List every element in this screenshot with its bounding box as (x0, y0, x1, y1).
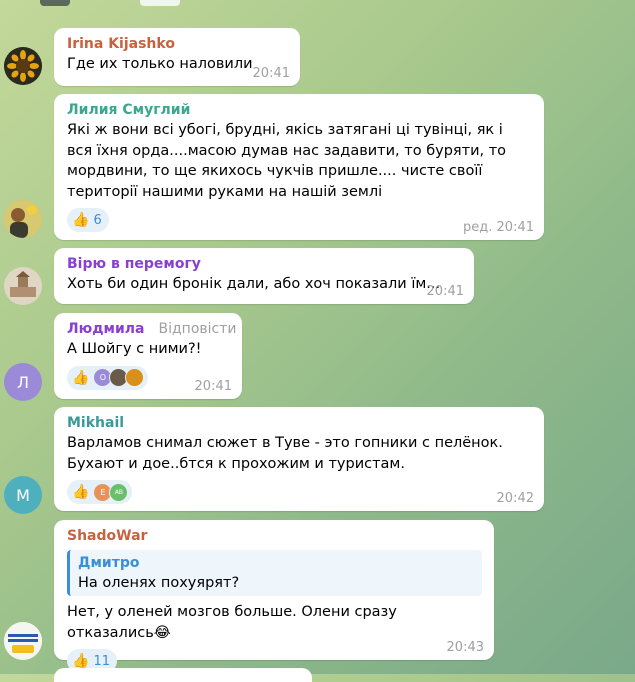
avatar-liliya[interactable] (4, 200, 42, 238)
quote-text: На оленях похуярят? (78, 575, 240, 591)
building-avatar-icon (4, 267, 42, 305)
reaction-chip[interactable]: 👍 6 (67, 208, 109, 232)
reply-link[interactable]: Відповісти (159, 321, 237, 337)
message-bubble[interactable]: Mikhail Варламов снимал сюжет в Туве - э… (54, 407, 544, 511)
sender-name[interactable]: Mikhail (67, 413, 532, 433)
message-time: 20:43 (446, 640, 484, 655)
message-time: 20:42 (496, 491, 534, 506)
message-bubble[interactable]: ShadoWar Дмитро На оленях похуярят? Нет,… (54, 520, 494, 673)
thumbs-up-icon: 👍 (72, 212, 90, 228)
reaction-chip[interactable]: 👍 E AB (67, 480, 133, 504)
reaction-count: 6 (93, 212, 102, 228)
photo-avatar-icon (4, 200, 42, 238)
sender-name[interactable]: Вірю в перемогу (67, 254, 462, 274)
reactor-avatar-sunflower (125, 368, 145, 387)
message-bubble[interactable]: Irina Kijashko Где их только наловили 20… (54, 28, 300, 86)
message-time: ред. 20:41 (463, 220, 534, 235)
message-text: Хоть би один бронік дали, або хоч показа… (67, 276, 441, 292)
partial-media-top (40, 0, 180, 6)
avatar-viryu[interactable] (4, 267, 42, 305)
message-bubble[interactable]: Лилия Смуглий Які ж вони всі убогі, бруд… (54, 94, 544, 240)
sender-name[interactable]: Лилия Смуглий (67, 100, 532, 120)
avatar-mikhail[interactable]: M (4, 476, 42, 514)
thumbs-up-icon: 👍 (72, 369, 90, 386)
sender-name[interactable]: ShadoWar (67, 526, 482, 546)
reply-quote[interactable]: Дмитро На оленях похуярят? (67, 550, 482, 596)
thumbs-up-icon: 👍 (72, 484, 90, 500)
message-time: 20:41 (252, 66, 290, 81)
message-text: А Шойгу с ними?! (67, 341, 202, 357)
sender-name[interactable]: Людмила Відповісти (67, 319, 236, 339)
message-bubble[interactable]: Людмила Відповісти А Шойгу с ними?! 👍 O 2… (54, 313, 242, 399)
quote-author: Дмитро (78, 555, 140, 571)
sender-name[interactable]: Irina Kijashko (67, 34, 288, 54)
sender-name-text[interactable]: Людмила (67, 321, 145, 337)
message-text: Які ж вони всі убогі, брудні, якісь затя… (67, 122, 507, 200)
message-text: Нет, у оленей мозгов больше. Олени сразу… (67, 604, 397, 641)
avatar-letter: M (16, 485, 30, 505)
logo-avatar-icon (4, 622, 42, 660)
reactor-avatar: AB (109, 482, 129, 502)
avatar-irina[interactable] (4, 47, 42, 85)
next-message-bubble-partial[interactable] (54, 668, 312, 682)
sunflower-avatar-icon (4, 47, 42, 85)
message-time: 20:41 (194, 379, 232, 394)
chat-area: Irina Kijashko Где их только наловили 20… (0, 0, 635, 682)
message-bubble[interactable]: Вірю в перемогу Хоть би один бронік дали… (54, 248, 474, 304)
avatar-lyudmila[interactable]: Л (4, 363, 42, 401)
avatar-letter: Л (16, 372, 30, 392)
reactions-bar: 👍 E AB (67, 480, 532, 504)
message-time: 20:41 (426, 284, 464, 299)
thumbs-up-icon: 👍 (72, 653, 90, 669)
message-text: Варламов снимал сюжет в Туве - это гопни… (67, 435, 503, 472)
reaction-chip[interactable]: 👍 O (67, 365, 149, 390)
avatar-shadowar[interactable] (4, 622, 42, 660)
reaction-count: 11 (93, 653, 110, 669)
